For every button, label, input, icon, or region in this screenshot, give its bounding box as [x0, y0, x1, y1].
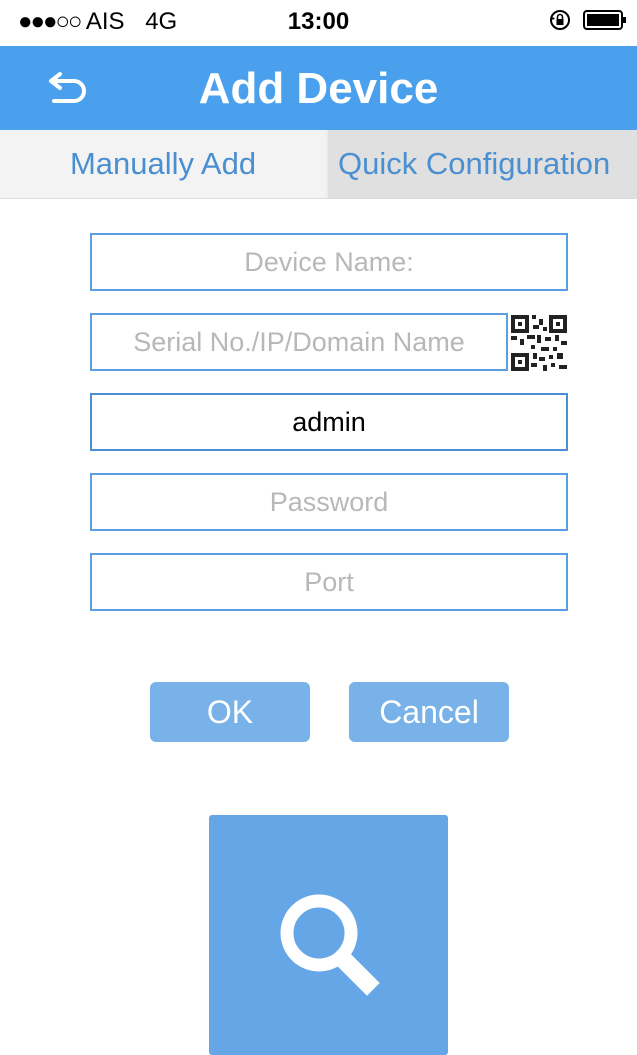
qr-code-icon[interactable]	[509, 313, 569, 373]
ok-button[interactable]: OK	[150, 682, 310, 742]
tab-bar: Manually Add Quick Configuration	[0, 130, 637, 199]
password-input[interactable]	[90, 473, 568, 531]
tab-manually-add[interactable]: Manually Add	[0, 130, 326, 198]
status-time: 13:00	[287, 8, 350, 35]
search-icon	[280, 894, 380, 996]
serial-row	[90, 313, 569, 373]
status-right	[549, 9, 627, 31]
serial-number-input[interactable]	[90, 313, 508, 371]
search-device-button[interactable]	[209, 815, 448, 1055]
page-title: Add Device	[198, 64, 439, 113]
username-input[interactable]	[90, 393, 568, 451]
rotation-lock-icon	[550, 10, 570, 30]
nav-bar: Add Device	[0, 46, 637, 130]
battery-icon	[583, 10, 626, 30]
tab-quick-configuration[interactable]: Quick Configuration	[328, 130, 637, 198]
device-name-input[interactable]	[90, 233, 568, 291]
status-bar: ●●●○○ AIS 4G 13:00	[0, 0, 637, 46]
port-input[interactable]	[90, 553, 568, 611]
cancel-button[interactable]: Cancel	[349, 682, 509, 742]
